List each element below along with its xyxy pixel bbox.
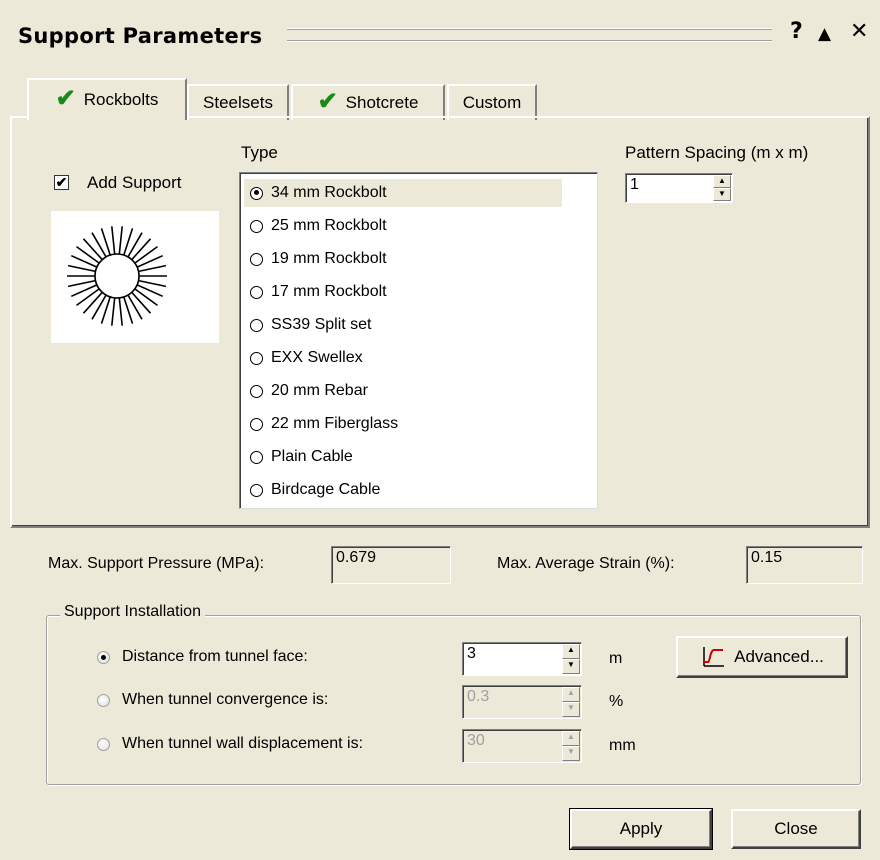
radio-icon [250, 219, 263, 233]
title-bar[interactable]: Support Parameters ? ▲ ✕ [0, 0, 880, 64]
radio-icon [97, 693, 110, 707]
checkmark-icon: ✔ [55, 85, 76, 112]
spin-down-icon: ▼ [562, 746, 580, 761]
type-option[interactable]: SS39 Split set [250, 311, 372, 339]
tab-custom[interactable]: Custom [447, 84, 537, 120]
radio-icon [250, 384, 263, 398]
bolt-ray [118, 226, 123, 255]
type-label: Type [241, 143, 278, 162]
radio-icon [97, 737, 110, 751]
bolt-ray [67, 264, 96, 273]
tab-label: Rockbolts [83, 90, 159, 109]
wall-displacement-unit: mm [609, 737, 636, 754]
bolt-ray [134, 288, 158, 307]
type-option[interactable]: Plain Cable [250, 443, 353, 471]
bolt-ray [131, 291, 152, 314]
tab-label: Custom [462, 93, 522, 112]
spin-down-icon: ▼ [562, 702, 580, 717]
close-button[interactable]: Close [731, 809, 861, 849]
bolt-ray [138, 264, 167, 273]
bolt-ray [70, 284, 98, 298]
tab-label: Shotcrete [345, 93, 419, 112]
convergence-spinner: ▲ ▼ [562, 687, 580, 717]
bolt-ray [82, 291, 103, 314]
type-listbox[interactable]: 34 mm Rockbolt 25 mm Rockbolt 19 mm Rock… [239, 172, 598, 509]
tab-steelsets[interactable]: Steelsets [187, 84, 289, 120]
help-button[interactable]: ? [790, 20, 803, 44]
support-installation-label: Support Installation [60, 603, 205, 621]
bolt-ray [136, 254, 164, 268]
radio-icon [250, 285, 263, 299]
bolt-ray [118, 297, 123, 326]
type-option[interactable]: 20 mm Rebar [250, 377, 368, 405]
bolt-ray [76, 288, 100, 307]
type-option[interactable]: Birdcage Cable [250, 476, 380, 504]
max-strain-label: Max. Average Strain (%): [497, 555, 675, 572]
radio-icon [250, 450, 263, 464]
bolt-ray [111, 226, 116, 255]
radio-icon [250, 483, 263, 497]
radio-icon [250, 252, 263, 266]
bolt-ray [111, 297, 116, 326]
bolt-ray [70, 254, 98, 268]
radio-icon [250, 186, 263, 200]
bolt-ray [136, 284, 164, 298]
wall-displacement-radio[interactable]: When tunnel wall displacement is: [97, 735, 363, 753]
collapse-button[interactable]: ▲ [818, 22, 831, 46]
bolt-ray [134, 245, 158, 264]
window-title: Support Parameters [18, 24, 263, 48]
convergence-radio[interactable]: When tunnel convergence is: [97, 691, 328, 709]
type-option[interactable]: 19 mm Rockbolt [250, 245, 387, 273]
rockbolt-pattern-image [51, 211, 219, 343]
pattern-spacing-spinner[interactable]: ▲ ▼ [713, 175, 731, 201]
active-tab-join [29, 115, 185, 119]
distance-unit: m [609, 650, 623, 667]
radio-icon [250, 351, 263, 365]
radio-icon [250, 417, 263, 431]
advanced-curve-icon [703, 647, 725, 667]
spin-up-icon: ▲ [562, 731, 580, 746]
advanced-button[interactable]: Advanced... [676, 636, 848, 678]
tab-label: Steelsets [203, 93, 273, 112]
max-pressure-label: Max. Support Pressure (MPa): [48, 555, 265, 572]
checkmark-icon: ✔ [317, 88, 338, 115]
apply-button[interactable]: Apply [569, 808, 713, 850]
close-window-button[interactable]: ✕ [850, 20, 868, 44]
rockbolt-sunburst-icon [67, 226, 167, 326]
spin-down-icon[interactable]: ▼ [713, 188, 731, 201]
spin-down-icon[interactable]: ▼ [562, 659, 580, 674]
max-pressure-value: 0.679 [331, 546, 451, 584]
add-support-checkbox[interactable]: ✔ [54, 175, 69, 190]
bolt-ray [67, 279, 96, 288]
type-option[interactable]: 25 mm Rockbolt [250, 212, 387, 240]
tab-shotcrete[interactable]: ✔ Shotcrete [291, 84, 445, 120]
pattern-spacing-label: Pattern Spacing (m x m) [625, 143, 809, 162]
max-strain-value: 0.15 [746, 546, 863, 584]
radio-icon [250, 318, 263, 332]
tab-rockbolts[interactable]: ✔ Rockbolts [27, 78, 187, 120]
spin-up-icon[interactable]: ▲ [562, 644, 580, 659]
distance-spinner[interactable]: ▲ ▼ [562, 644, 580, 674]
type-option[interactable]: 22 mm Fiberglass [250, 410, 398, 438]
type-option[interactable]: 34 mm Rockbolt [244, 179, 562, 207]
bolt-ray [131, 238, 152, 261]
bolt-ray [138, 279, 167, 288]
convergence-unit: % [609, 693, 624, 710]
distance-radio[interactable]: Distance from tunnel face: [97, 648, 308, 666]
bolt-ray [82, 238, 103, 261]
type-option[interactable]: EXX Swellex [250, 344, 363, 372]
spin-up-icon[interactable]: ▲ [713, 175, 731, 188]
support-parameters-window: Support Parameters ? ▲ ✕ ✔ Rockbolts Ste… [0, 0, 880, 860]
wall-displacement-spinner: ▲ ▼ [562, 731, 580, 761]
spin-up-icon: ▲ [562, 687, 580, 702]
add-support-label: Add Support [87, 173, 182, 192]
bolt-ray [76, 245, 100, 264]
title-grip[interactable] [287, 28, 772, 42]
type-option[interactable]: 17 mm Rockbolt [250, 278, 387, 306]
radio-icon [97, 650, 110, 664]
